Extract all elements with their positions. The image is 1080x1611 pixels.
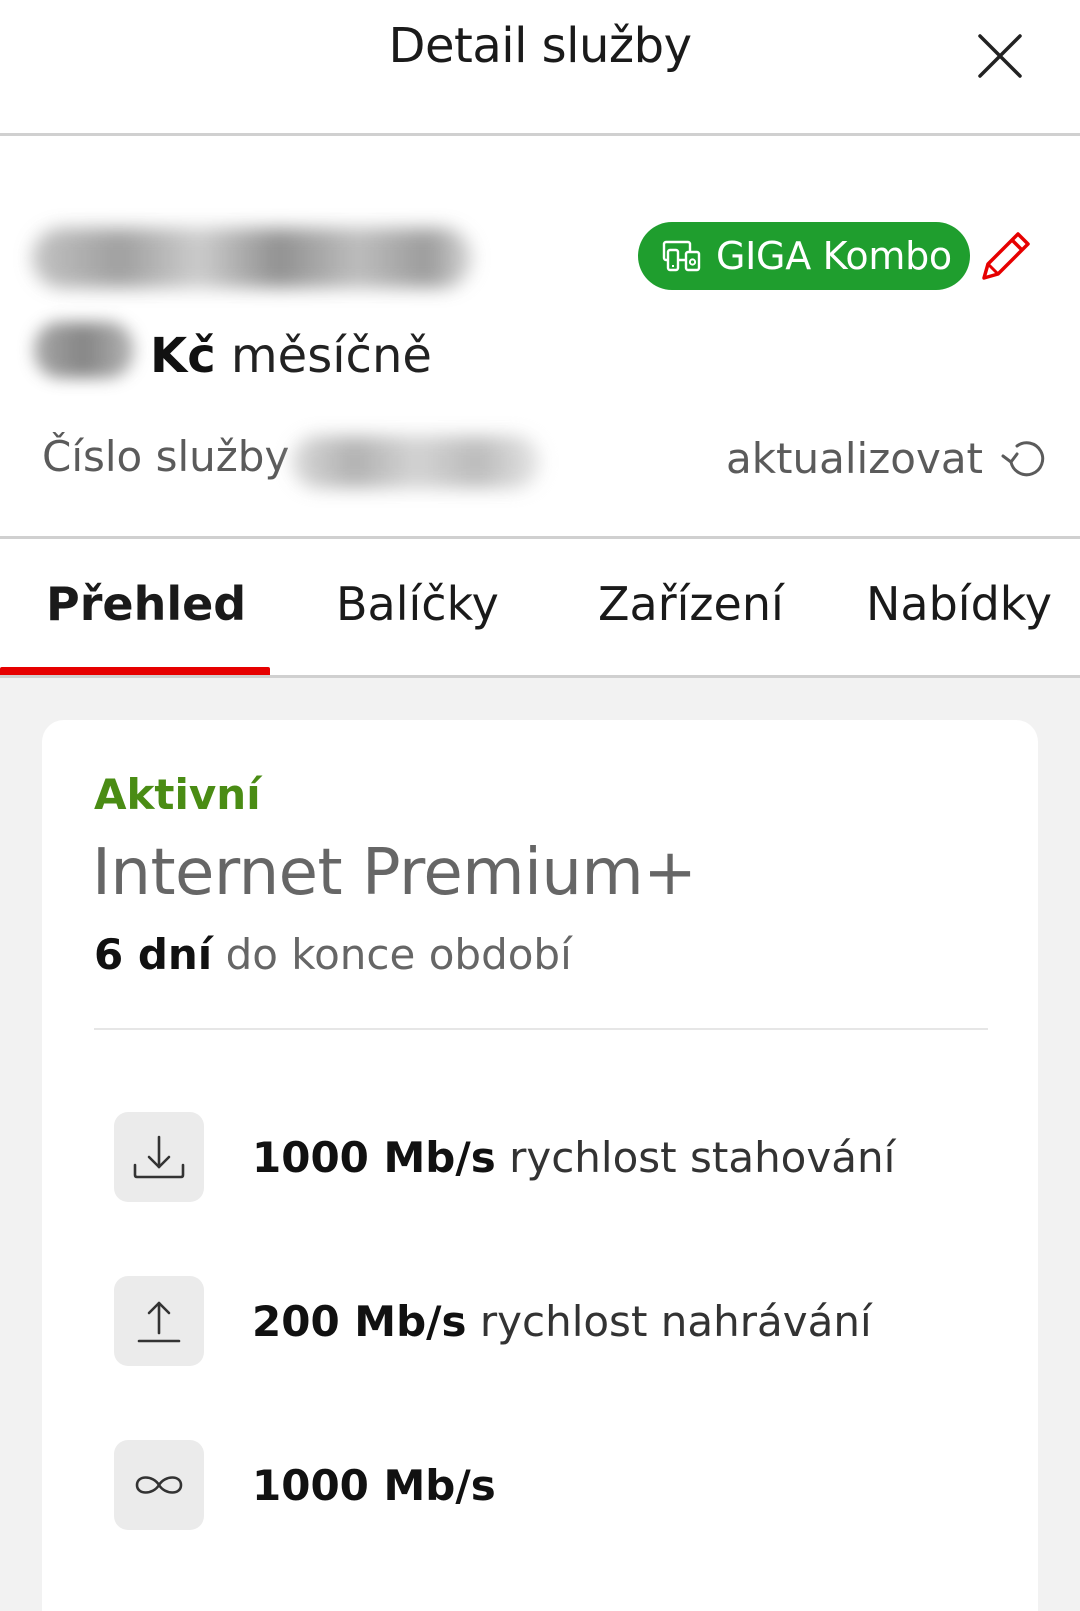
download-icon-box [114,1112,204,1202]
page-title: Detail služby [388,18,693,74]
plan-name: Internet Premium+ [92,836,697,910]
badge-label: GIGA Kombo [716,234,952,278]
status-label: Aktivní [94,770,261,819]
download-speed-label: rychlost stahování [509,1132,896,1182]
upload-speed-label: rychlost nahrávání [479,1296,872,1346]
feature-download: 1000 Mb/s rychlost stahování [114,1112,974,1202]
service-number-redacted [292,436,540,488]
download-icon [133,1135,185,1179]
infinity-icon-box [114,1440,204,1530]
upload-icon-box [114,1276,204,1366]
tab-nabidky[interactable]: Nabídky [866,577,1052,631]
edit-button[interactable] [978,228,1034,284]
feature-unlimited-text: 1000 Mb/s [252,1461,496,1510]
giga-kombo-badge[interactable]: GIGA Kombo [638,222,970,290]
pencil-icon [982,232,1030,280]
service-name-redacted [32,228,472,288]
tab-bar: Přehled Balíčky Zařízení Nabídky [0,539,1080,677]
period-days: 6 dní [94,930,213,979]
infinity-icon [135,1476,183,1494]
upload-icon [137,1301,181,1343]
unlimited-speed-value: 1000 Mb/s [252,1460,496,1510]
header-bar: Detail služby [0,0,1080,135]
monthly-price: Kč měsíčně [150,326,432,386]
feature-upload-text: 200 Mb/s rychlost nahrávání [252,1297,872,1346]
price-amount-redacted [34,322,134,378]
refresh-icon [1001,441,1045,477]
feature-download-text: 1000 Mb/s rychlost stahování [252,1133,895,1182]
feature-upload: 200 Mb/s rychlost nahrávání [114,1276,974,1366]
price-currency: Kč [150,328,216,384]
card-divider [94,1028,988,1030]
service-detail-screen: Detail služby GIGA Kombo Kč měsíčně Čísl… [0,0,1080,1611]
service-number-label: Číslo služby [42,432,290,481]
upload-speed-value: 200 Mb/s [252,1296,467,1346]
devices-icon [662,240,701,272]
feature-unlimited: 1000 Mb/s [114,1440,974,1530]
period-text: do konce období [225,930,572,979]
tab-balicky[interactable]: Balíčky [336,577,499,631]
tab-prehled[interactable]: Přehled [46,577,246,631]
price-period: měsíčně [230,328,432,384]
refresh-button[interactable]: aktualizovat [726,432,1051,484]
close-icon [978,34,1022,78]
tab-zarizeni[interactable]: Zařízení [598,577,784,631]
refresh-label: aktualizovat [726,433,984,483]
service-card: Aktivní Internet Premium+ 6 dní do konce… [42,720,1038,1611]
close-button[interactable] [972,28,1028,84]
download-speed-value: 1000 Mb/s [252,1132,496,1182]
billing-period-remaining: 6 dní do konce období [94,930,572,979]
header-divider [0,133,1080,136]
